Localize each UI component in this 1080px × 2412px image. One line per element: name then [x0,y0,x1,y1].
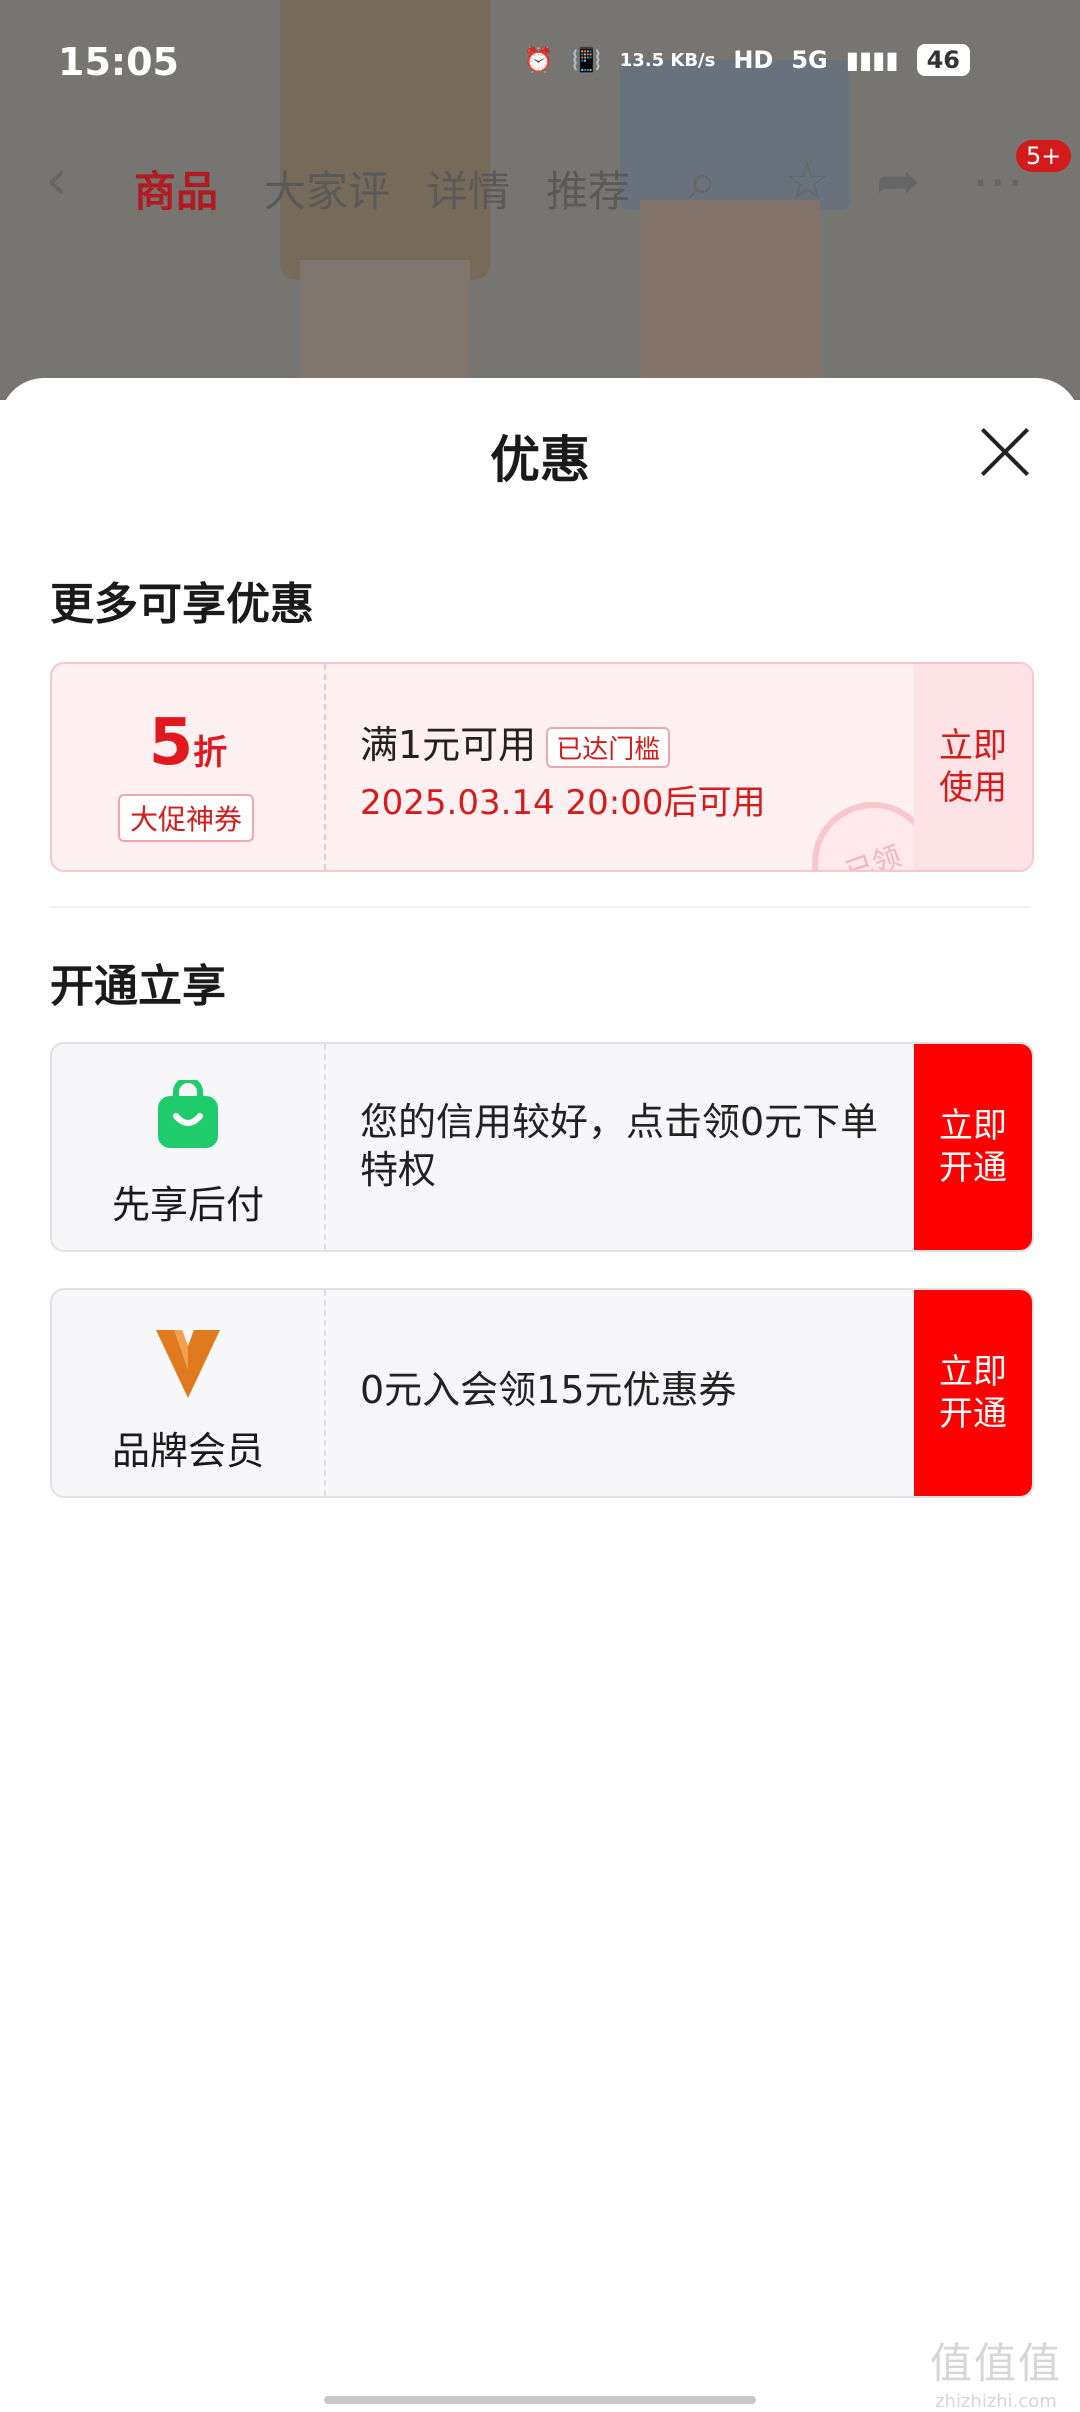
coupon-condition: 满1元可用 [360,723,537,767]
back-icon[interactable]: ‹ [45,148,67,213]
sheet-title: 优惠 [490,431,590,489]
share-icon[interactable]: ➦ [876,152,920,212]
use-now-button[interactable]: 立即使用 [914,664,1032,870]
open-now-label: 立即开通 [939,1352,1007,1434]
site-watermark: 值值值 zhizhizhi.com [930,2330,1062,2412]
service-card-pay-later[interactable]: 先享后付 您的信用较好，点击领0元下单特权 立即开通 [50,1042,1034,1252]
close-icon[interactable] [975,422,1035,482]
tab-recommend[interactable]: 推荐 [546,158,630,219]
service-info: 0元入会领15元优惠券 [360,1366,900,1414]
coupon-discount: 5折 [52,706,324,780]
service-label: 先享后付 [111,1183,264,1227]
net-speed: 13.5 KB/s [619,49,716,71]
use-now-label: 立即使用 [939,726,1007,808]
open-now-label: 立即开通 [939,1106,1007,1188]
background-product-page: 15:05 ⏰ 📳 13.5 KB/s HD 5G ▮▮▮▮ 46 ‹ 商品 大… [0,0,1080,400]
star-icon[interactable]: ☆ [784,152,831,212]
more-badge: 5+ [1016,140,1072,172]
shopping-bag-icon [158,1080,218,1148]
battery-icon: 46 [916,44,970,76]
watermark-logo: 值值值 [929,2339,1062,2388]
status-icons: ⏰ 📳 13.5 KB/s HD 5G ▮▮▮▮ 46 [524,44,970,76]
tab-reviews[interactable]: 大家评 [264,158,390,219]
search-icon[interactable]: ⌕ [688,152,717,213]
service-left: 品牌会员 [52,1290,326,1496]
coupon-condition-row: 满1元可用 已达门槛 [360,714,900,769]
section-more-discounts: 更多可享优惠 [50,579,314,630]
signal-icon: ▮▮▮▮ [845,46,899,74]
coupon-card[interactable]: 5折 大促神券 满1元可用 已达门槛 2025.03.14 20:00后可用 已领… [50,662,1034,872]
service-description: 0元入会领15元优惠券 [360,1368,737,1412]
service-card-brand-member[interactable]: 品牌会员 0元入会领15元优惠券 立即开通 [50,1288,1034,1498]
coupon-tag: 大促神券 [118,794,255,842]
coupon-discount-value: 5 [148,706,194,780]
watermark-url: zhizhizhi.com [935,2391,1057,2412]
coupon-info: 满1元可用 已达门槛 2025.03.14 20:00后可用 [360,714,900,824]
service-label: 品牌会员 [111,1429,264,1473]
service-info: 您的信用较好，点击领0元下单特权 [360,1098,900,1194]
status-time: 15:05 [58,40,179,84]
coupon-discount-unit: 折 [193,733,228,773]
product-nav-bar: ‹ 商品 大家评 详情 推荐 ⌕ ☆ ➦ ⋯ 5+ [0,140,1080,230]
discount-sheet: 优惠 更多可享优惠 5折 大促神券 满1元可用 已达门槛 2025.03.14 2… [0,378,1080,2408]
status-bar: 15:05 ⏰ 📳 13.5 KB/s HD 5G ▮▮▮▮ 46 [0,0,1080,120]
alarm-icon: ⏰ [523,46,554,74]
section-divider [50,906,1030,908]
vibrate-icon: 📳 [571,46,602,74]
open-now-button[interactable]: 立即开通 [914,1290,1032,1496]
hd-icon: HD [733,46,774,74]
threshold-reached-badge: 已达门槛 [546,727,671,768]
open-now-button[interactable]: 立即开通 [914,1044,1032,1250]
coupon-valid-time: 2025.03.14 20:00后可用 [360,783,766,823]
tab-details[interactable]: 详情 [426,158,510,219]
brand-v-logo-icon [156,1330,220,1398]
section-open-benefits: 开通立享 [50,961,226,1012]
service-description: 您的信用较好，点击领0元下单特权 [360,1100,879,1192]
service-left: 先享后付 [52,1044,326,1250]
home-indicator[interactable] [324,2396,756,2404]
network-type: 5G [791,46,828,74]
coupon-left: 5折 大促神券 [52,664,326,870]
tab-product[interactable]: 商品 [134,158,218,219]
